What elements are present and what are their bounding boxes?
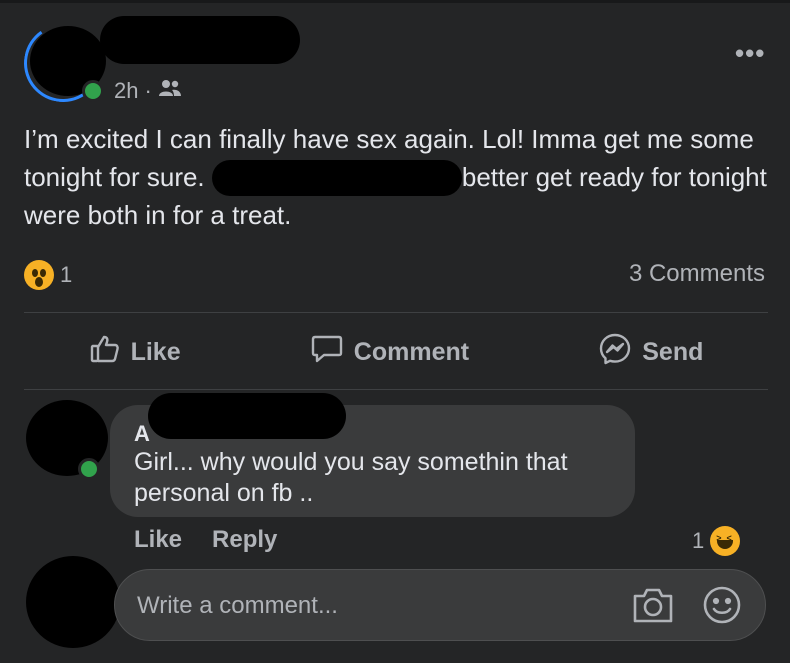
camera-icon[interactable] xyxy=(631,584,675,631)
comment-author[interactable]: A xyxy=(134,421,150,447)
post-text: I’m excited I can finally have sex again… xyxy=(24,120,769,234)
more-options-icon[interactable]: ••• xyxy=(735,38,765,69)
comments-count[interactable]: 3 Comments xyxy=(629,260,765,288)
send-label: Send xyxy=(642,337,704,366)
current-user-avatar[interactable] xyxy=(26,556,120,648)
divider-top xyxy=(24,312,768,313)
comment-label: Comment xyxy=(353,337,470,366)
poster-avatar[interactable] xyxy=(17,17,109,109)
tag-redaction xyxy=(211,160,462,197)
comment-reaction-count: 1 xyxy=(692,528,705,553)
post-action-bar: Like Comment Send xyxy=(24,322,768,382)
reaction-summary[interactable]: 1 xyxy=(24,260,72,290)
meta-separator: · xyxy=(144,78,152,103)
post-time[interactable]: 2h xyxy=(114,78,138,104)
smiley-icon[interactable] xyxy=(701,584,743,631)
poster-name-redaction xyxy=(100,16,300,64)
top-border xyxy=(0,0,790,3)
comment-actions: Like Reply xyxy=(134,526,277,554)
comment-reaction-summary[interactable]: 1 >< xyxy=(692,526,741,556)
post-meta: 2h · xyxy=(114,78,182,104)
friends-icon xyxy=(158,78,182,104)
comment-text: Girl... why would you say somethin that … xyxy=(134,448,568,507)
comment-composer[interactable] xyxy=(114,569,766,641)
wow-reaction-icon xyxy=(24,260,54,290)
comment-reply-button[interactable]: Reply xyxy=(212,526,277,554)
reaction-count: 1 xyxy=(60,262,73,287)
messenger-icon xyxy=(598,332,632,373)
like-button[interactable]: Like xyxy=(89,333,181,372)
thumbs-up-icon xyxy=(89,333,121,372)
send-button[interactable]: Send xyxy=(598,332,703,373)
commenter-name-redaction xyxy=(148,393,346,439)
like-label: Like xyxy=(130,337,181,366)
online-status-dot xyxy=(82,80,104,102)
tagged-person-link[interactable] xyxy=(211,160,462,197)
comment-like-button[interactable]: Like xyxy=(134,526,182,554)
divider-bottom xyxy=(24,389,768,390)
comment-input[interactable] xyxy=(135,588,609,624)
comment-button[interactable]: Comment xyxy=(310,333,469,372)
speech-bubble-icon xyxy=(310,333,344,372)
haha-reaction-icon: >< xyxy=(710,526,741,556)
commenter-online-dot xyxy=(78,458,100,480)
